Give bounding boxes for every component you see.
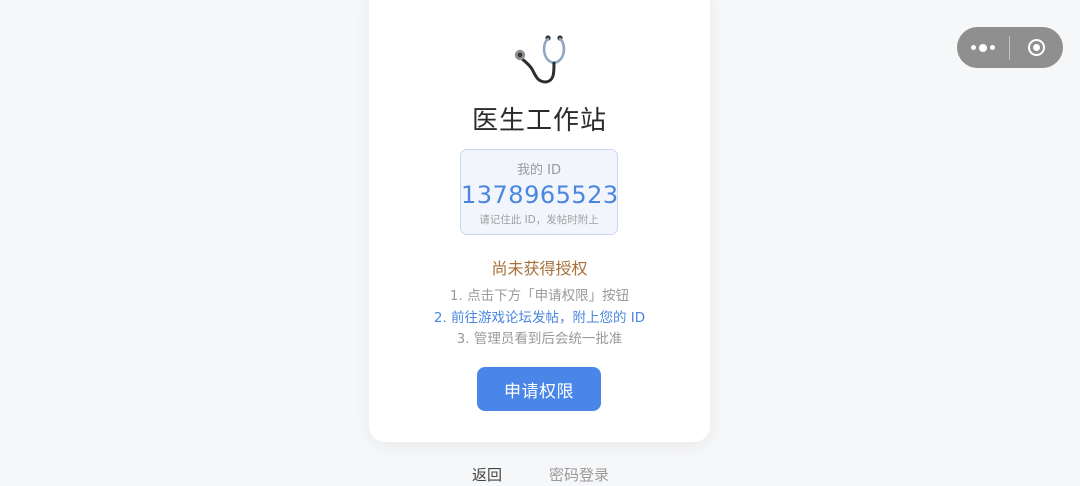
close-button[interactable] [1010, 27, 1063, 68]
step-item: 3. 管理员看到后会统一批准 [456, 331, 623, 347]
id-value: 1378965523 [461, 181, 619, 209]
id-box: 我的 ID 1378965523 请记住此 ID，发帖时附上 [460, 149, 618, 235]
step-item: 2. 前往游戏论坛发帖，附上您的 ID [433, 309, 646, 326]
step-item: 1. 点击下方「申请权限」按钮 [449, 288, 630, 304]
instruction-steps: 1. 点击下方「申请权限」按钮 2. 前往游戏论坛发帖，附上您的 ID 3. 管… [369, 286, 710, 351]
miniprogram-capsule [957, 27, 1063, 68]
id-hint: 请记住此 ID，发帖时附上 [479, 214, 599, 226]
password-login-link[interactable]: 密码登录 [549, 464, 609, 485]
back-link[interactable]: 返回 [472, 464, 502, 485]
id-label: 我的 ID [517, 163, 561, 178]
page: 医生工作站 我的 ID 1378965523 请记住此 ID，发帖时附上 尚未获… [0, 0, 1080, 486]
apply-permission-button[interactable]: 申请权限 [477, 367, 601, 411]
target-circle-icon [1028, 39, 1045, 56]
more-button[interactable] [957, 27, 1009, 68]
stethoscope-icon [514, 35, 566, 84]
more-dots-icon [971, 45, 976, 50]
auth-status: 尚未获得授权 [491, 259, 588, 278]
page-title: 医生工作站 [471, 106, 607, 136]
